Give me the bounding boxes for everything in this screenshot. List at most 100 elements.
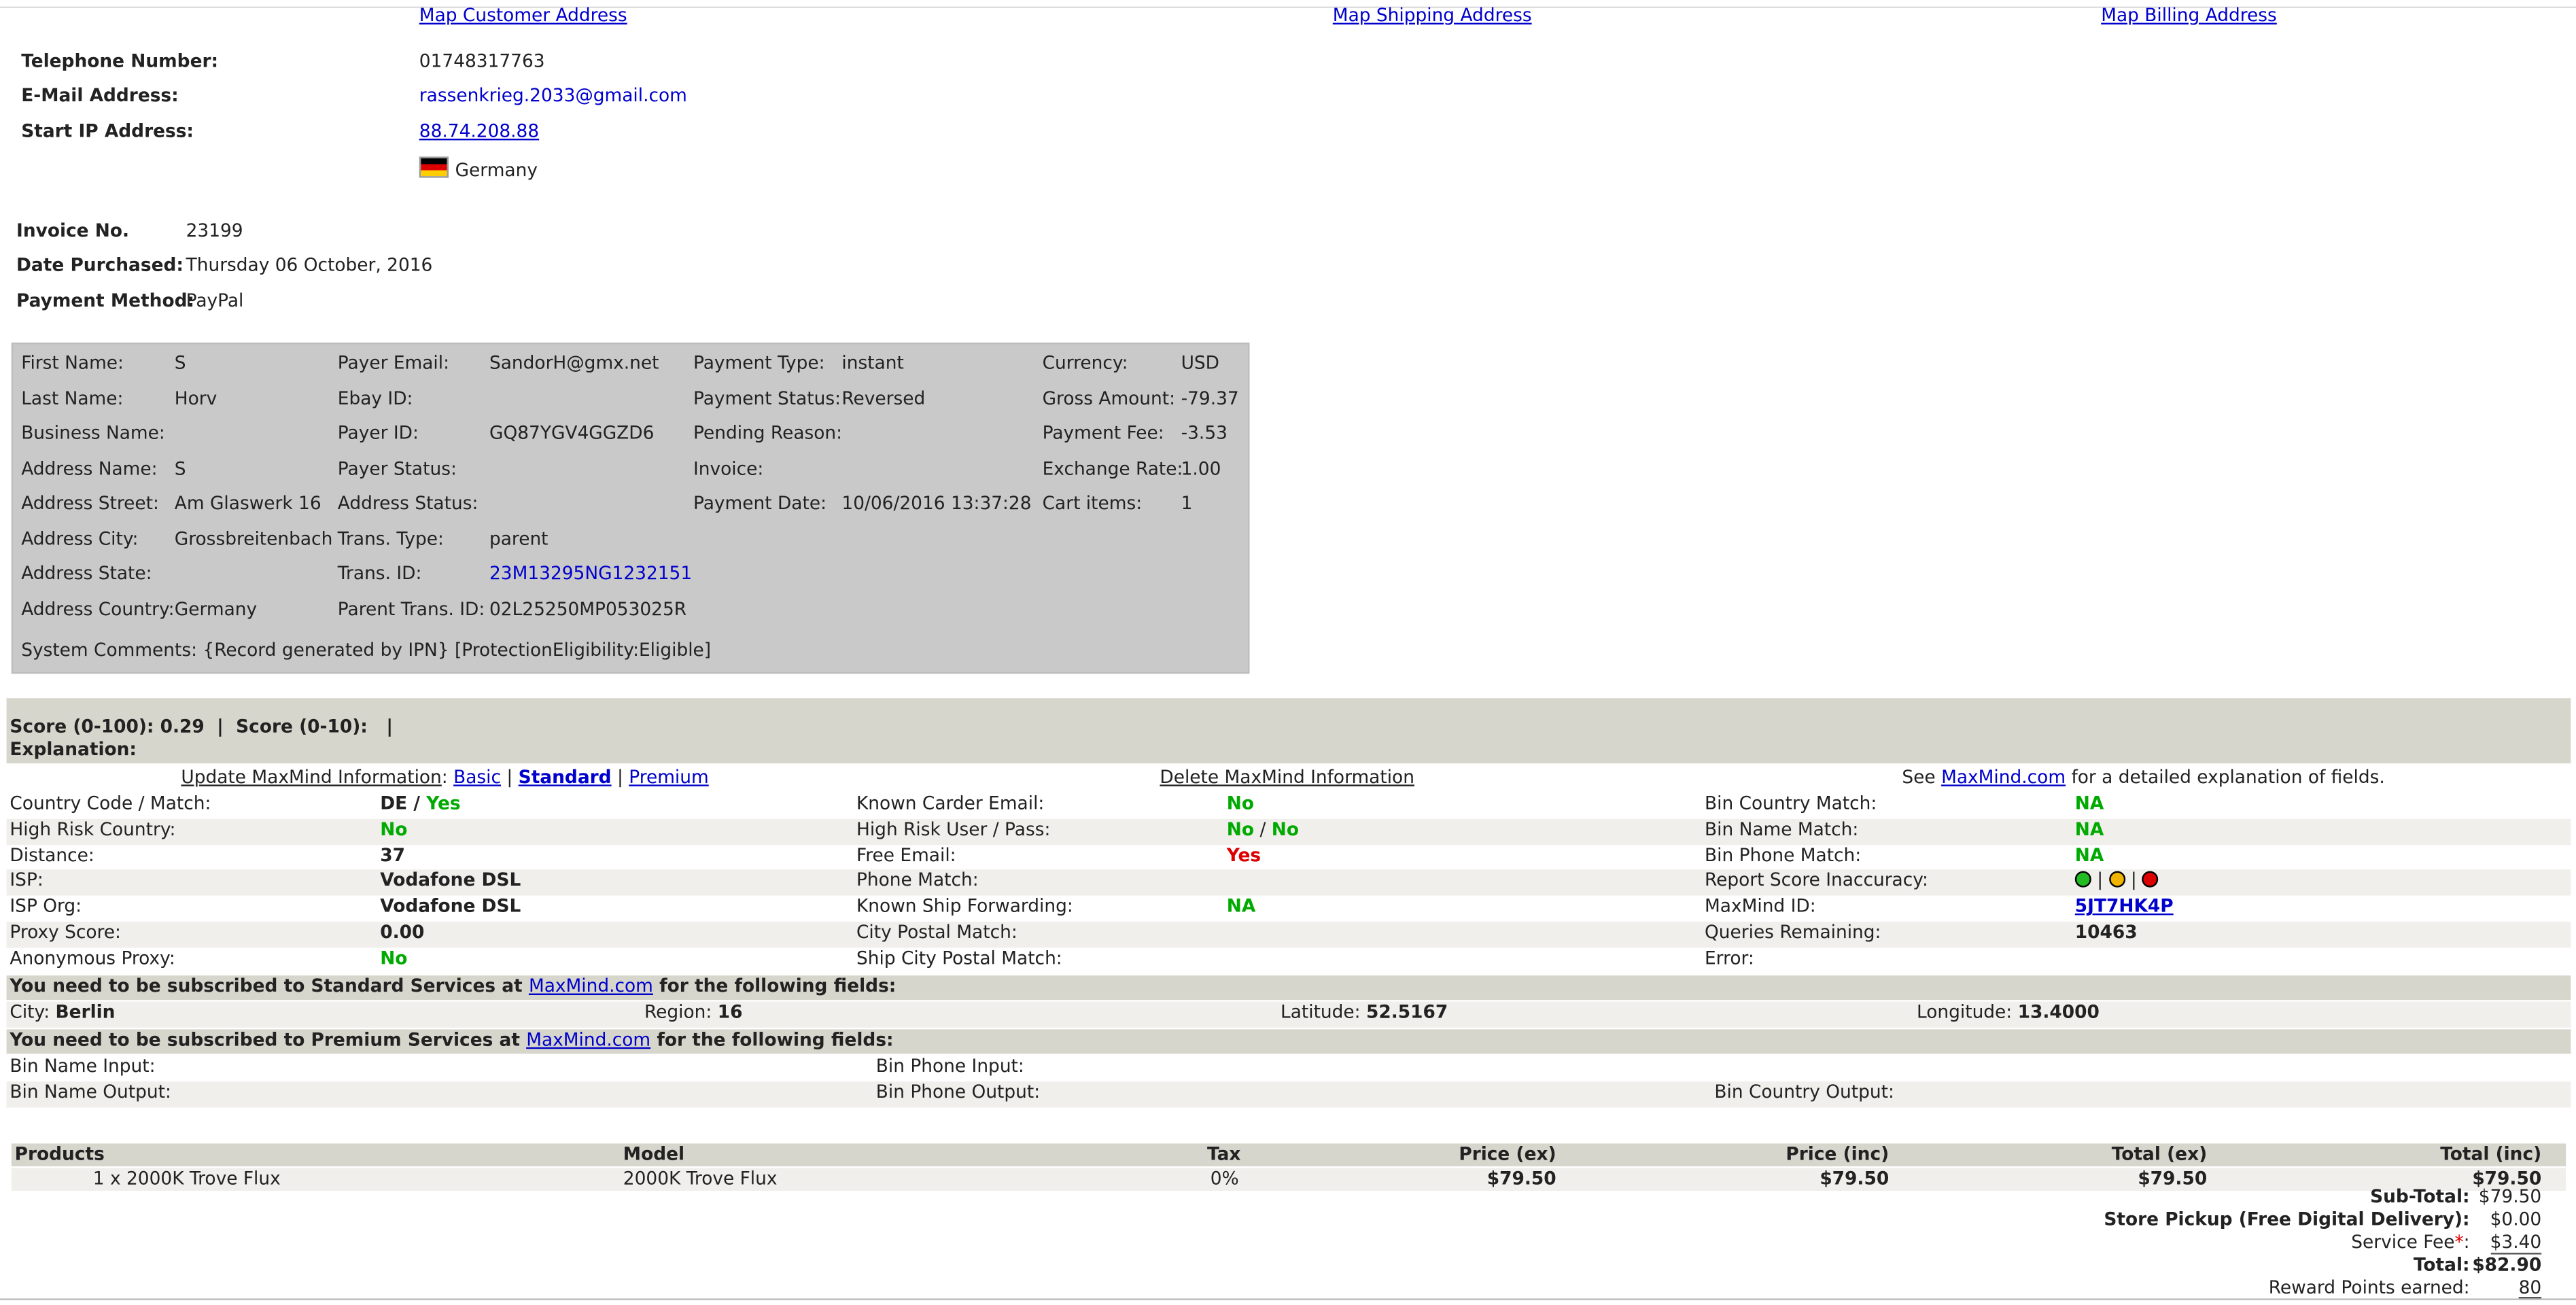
mm-label: Bin Country Match: bbox=[1705, 793, 1877, 814]
country-code: DE bbox=[380, 793, 408, 814]
hrup-user: No bbox=[1226, 818, 1255, 840]
mm-label: Bin Phone Match: bbox=[1705, 844, 1862, 866]
ipn-label-1-4: Address Name: bbox=[21, 457, 158, 479]
mm-label: Country Code / Match: bbox=[10, 793, 211, 814]
mm-label: Free Email: bbox=[856, 844, 956, 866]
ipn-value-2-7[interactable]: 23M13295NG1232151 bbox=[489, 563, 692, 584]
ipn-label-1-1: First Name: bbox=[21, 352, 124, 374]
standard-maxmind-link[interactable]: MaxMind.com bbox=[529, 975, 653, 996]
mm-label: High Risk User / Pass: bbox=[856, 818, 1051, 840]
map-shipping-address-link[interactable]: Map Shipping Address bbox=[1333, 5, 1532, 26]
green-dot-icon[interactable] bbox=[2074, 871, 2091, 888]
ipn-label-2-5: Address Status: bbox=[337, 492, 478, 514]
maxmind-standard-link[interactable]: Standard bbox=[519, 767, 612, 788]
ipn-label-4-4: Exchange Rate: bbox=[1042, 457, 1183, 479]
bin-input-row: Bin Name Input: Bin Phone Input: bbox=[7, 1056, 2571, 1081]
premium-services-bar: You need to be subscribed to Premium Ser… bbox=[6, 1029, 2571, 1054]
service-fee-value: $3.40 bbox=[2490, 1232, 2542, 1255]
mm-label: Error: bbox=[1705, 947, 1754, 969]
map-billing-address-link[interactable]: Map Billing Address bbox=[2101, 5, 2277, 26]
report-score-inaccuracy-icons: | | bbox=[2074, 870, 2159, 891]
mm-label: Ship City Postal Match: bbox=[856, 947, 1062, 969]
update-maxmind-link[interactable]: Update MaxMind Information bbox=[181, 767, 441, 788]
email-link[interactable]: rassenkrieg.2033@gmail.com bbox=[419, 85, 687, 106]
ipn-value-1-4: S bbox=[174, 457, 186, 479]
standard-msg-b: for the following fields: bbox=[659, 975, 897, 997]
ipn-value-2-3: GQ87YGV4GGZD6 bbox=[489, 422, 655, 444]
maxmind-row: Proxy Score: City Postal Match: Queries Re… bbox=[6, 922, 2571, 948]
ipn-value-1-8: Germany bbox=[174, 597, 258, 619]
ipn-label-1-6: Address City: bbox=[21, 527, 139, 549]
maxmind-premium-link[interactable]: Premium bbox=[629, 767, 708, 788]
maxmind-basic-link[interactable]: Basic bbox=[453, 767, 501, 788]
bin-name-output-label: Bin Name Output: bbox=[10, 1081, 171, 1103]
product-row: 1 x 2000K Trove Flux 2000K Trove Flux 0%… bbox=[11, 1168, 2566, 1191]
maxmind-explanation: Explanation: bbox=[10, 739, 137, 761]
ipn-label-2-2: Ebay ID: bbox=[337, 387, 413, 409]
latitude-value: 52.5167 bbox=[1365, 1001, 1448, 1023]
ipn-value-1-6: Grossbreitenbach bbox=[174, 527, 333, 549]
ip-country: Germany bbox=[419, 156, 538, 181]
mm-label: Proxy Score: bbox=[10, 922, 121, 943]
mm-value: Vodafone DSL bbox=[380, 870, 521, 892]
mm-value: Vodafone DSL bbox=[380, 896, 521, 918]
ipn-label-3-4: Invoice: bbox=[693, 457, 764, 479]
longitude-value: 13.4000 bbox=[2017, 1001, 2100, 1023]
maxmind-com-link[interactable]: MaxMind.com bbox=[1941, 767, 2066, 788]
col-tax: Tax bbox=[1207, 1143, 1241, 1165]
maxmind-row: Anonymous Proxy: Ship City Postal Match: E… bbox=[7, 947, 2571, 973]
bin-name-input-label: Bin Name Input: bbox=[10, 1055, 156, 1077]
maxmind-row: Country Code / Match: Known Carder Email:… bbox=[7, 793, 2571, 818]
date-purchased-label: Date Purchased: bbox=[16, 254, 184, 276]
mm-value: Yes bbox=[1226, 844, 1261, 866]
subtotal-value: $79.50 bbox=[2478, 1185, 2542, 1208]
geo-row: City: Berlin Region: 16 Latitude: 52.516… bbox=[6, 1001, 2571, 1028]
invoice-label: Invoice No. bbox=[16, 220, 130, 242]
telephone-label: Telephone Number: bbox=[21, 50, 219, 72]
maxmind-update-links: Update MaxMind Information: Basic | Stan… bbox=[181, 767, 709, 788]
ipn-value-4-2: -79.37 bbox=[1181, 387, 1239, 409]
hrup-slash: / bbox=[1259, 818, 1266, 840]
ipn-value-3-2: Reversed bbox=[841, 387, 926, 409]
store-pickup-label: Store Pickup (Free Digital Delivery): bbox=[2104, 1208, 2470, 1230]
telephone-value: 01748317763 bbox=[419, 50, 545, 72]
maxmind-score: Score (0-100): 0.29 | Score (0-10): | bbox=[10, 716, 394, 737]
date-purchased-value: Thursday 06 October, 2016 bbox=[186, 254, 433, 276]
maxmind-row: Distance: Free Email: Bin Phone Match: 37 Ye… bbox=[7, 844, 2571, 870]
yellow-dot-icon[interactable] bbox=[2108, 871, 2125, 888]
mm-label: High Risk Country: bbox=[10, 818, 176, 840]
red-dot-icon[interactable] bbox=[2142, 871, 2159, 888]
ipn-label-4-5: Cart items: bbox=[1042, 492, 1143, 514]
col-total-ex: Total (ex) bbox=[2111, 1143, 2208, 1165]
product-model: 2000K Trove Flux bbox=[623, 1168, 778, 1189]
region-label: Region: bbox=[644, 1001, 712, 1023]
ipn-label-1-5: Address Street: bbox=[21, 492, 159, 514]
mm-label: Anonymous Proxy: bbox=[10, 947, 175, 969]
ipn-label-4-2: Gross Amount: bbox=[1042, 387, 1176, 409]
maxmind-row: ISP: Phone Match: Report Score Inaccuracy:… bbox=[6, 870, 2571, 897]
ipn-label-3-3: Pending Reason: bbox=[693, 422, 843, 444]
germany-flag-icon bbox=[419, 156, 449, 178]
ipn-value-4-1: USD bbox=[1181, 352, 1220, 374]
product-total-ex: $79.50 bbox=[2138, 1168, 2208, 1189]
ipn-label-3-5: Payment Date: bbox=[693, 492, 826, 514]
store-pickup-value: $0.00 bbox=[2490, 1208, 2542, 1230]
mm-value: 0.00 bbox=[380, 922, 425, 943]
service-fee-label: Service Fee*: bbox=[2351, 1232, 2470, 1253]
mm-label: Distance: bbox=[10, 844, 94, 866]
bin-output-row: Bin Name Output: Bin Phone Output: Bin C… bbox=[6, 1081, 2571, 1108]
bin-country-output-label: Bin Country Output: bbox=[1714, 1081, 1894, 1103]
service-fee-star: * bbox=[2454, 1232, 2464, 1253]
maxmind-id-link[interactable]: 5JT7HK4P bbox=[2075, 896, 2174, 917]
mm-label: ISP Org: bbox=[10, 896, 82, 918]
ipn-label-1-2: Last Name: bbox=[21, 387, 124, 409]
map-customer-address-link[interactable]: Map Customer Address bbox=[419, 5, 627, 26]
ip-label: Start IP Address: bbox=[21, 120, 194, 142]
premium-maxmind-link[interactable]: MaxMind.com bbox=[526, 1029, 650, 1050]
ipn-label-2-3: Payer ID: bbox=[337, 422, 419, 444]
delete-maxmind-link[interactable]: Delete MaxMind Information bbox=[1160, 767, 1414, 788]
system-comments: System Comments: {Record generated by IP… bbox=[21, 639, 712, 661]
ipn-value-1-5: Am Glaswerk 16 bbox=[174, 492, 321, 514]
ip-link[interactable]: 88.74.208.88 bbox=[419, 121, 539, 142]
reward-points-label: Reward Points earned: bbox=[2268, 1277, 2470, 1298]
